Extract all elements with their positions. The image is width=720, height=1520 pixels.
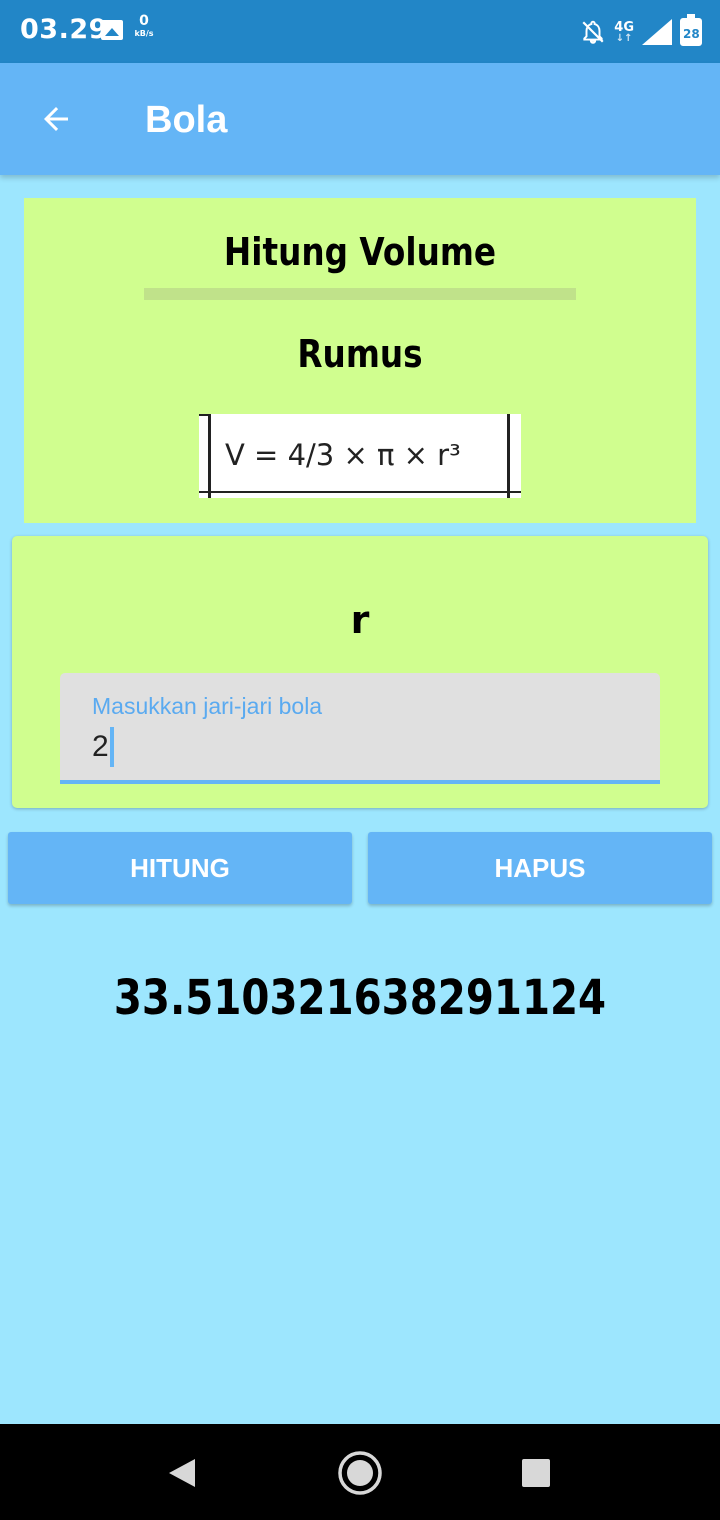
- network-speed-value: 0: [139, 13, 149, 29]
- status-time: 03.29: [20, 14, 108, 45]
- nav-recents-button[interactable]: [511, 1448, 561, 1498]
- status-bar: 03.29 0 kB/s 4G ↓↑ 28: [0, 0, 720, 63]
- battery-level: 28: [683, 27, 700, 41]
- network-type: 4G ↓↑: [614, 21, 634, 44]
- data-arrows-icon: ↓↑: [615, 32, 633, 44]
- calculate-button[interactable]: HITUNG: [8, 832, 352, 904]
- back-button[interactable]: [28, 93, 84, 145]
- radius-input[interactable]: Masukkan jari-jari bola 2: [60, 673, 660, 784]
- back-triangle-icon: [169, 1459, 195, 1487]
- bell-off-icon: [582, 20, 604, 44]
- battery-icon: 28: [680, 14, 702, 46]
- page-title: Bola: [145, 99, 228, 141]
- clear-button[interactable]: HAPUS: [368, 832, 712, 904]
- nav-home-button[interactable]: [335, 1448, 385, 1498]
- text-caret: [109, 727, 114, 767]
- status-icons: 4G ↓↑ 28: [580, 14, 702, 50]
- nav-back-button[interactable]: [157, 1448, 207, 1498]
- input-card: r Masukkan jari-jari bola 2: [12, 536, 708, 808]
- radius-input-label: Masukkan jari-jari bola: [92, 693, 323, 719]
- card-heading: Hitung Volume: [223, 230, 497, 274]
- result-text: 33.510321638291124: [113, 970, 607, 1026]
- home-circle-icon: [338, 1451, 382, 1495]
- app-bar: Bola: [0, 63, 720, 175]
- formula-text: V = 4/3 × π × r³: [225, 438, 461, 472]
- formula-card: Hitung Volume Rumus V = 4/3 × π × r³: [24, 198, 696, 523]
- signal-icon: [642, 19, 672, 45]
- radius-input-text: 2: [92, 730, 109, 763]
- radius-label: r: [350, 598, 370, 642]
- network-speed: 0 kB/s: [131, 14, 157, 38]
- arrow-left-icon: [44, 107, 68, 131]
- divider: [144, 288, 576, 300]
- formula-heading: Rumus: [297, 332, 423, 376]
- network-speed-unit: kB/s: [134, 29, 154, 38]
- image-icon: [101, 20, 123, 40]
- recents-square-icon: [522, 1459, 550, 1487]
- formula-image: V = 4/3 × π × r³: [199, 414, 521, 498]
- radius-input-value[interactable]: 2: [92, 727, 114, 767]
- navigation-bar: [0, 1424, 720, 1520]
